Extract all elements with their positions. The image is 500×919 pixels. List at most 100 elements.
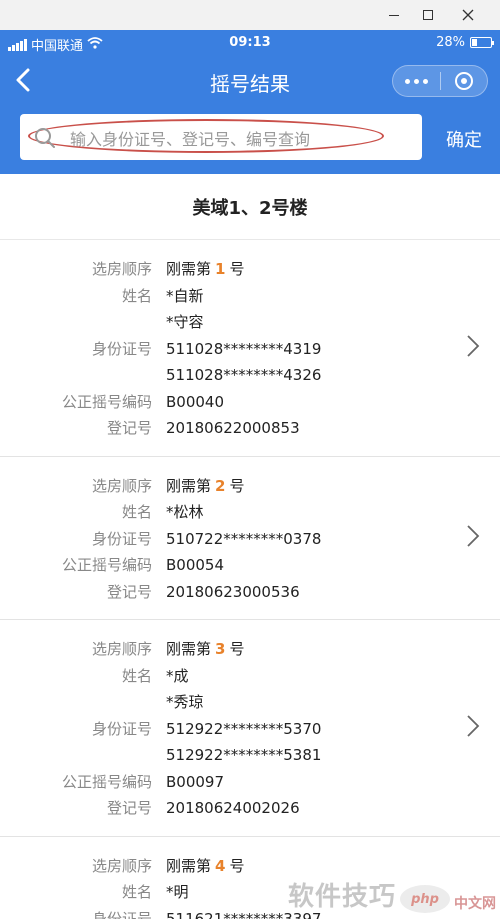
order-number: 2 xyxy=(215,476,226,495)
clock: 09:13 xyxy=(229,35,271,50)
order-value: 刚需第 1 号 xyxy=(166,256,244,283)
building-title: 美域1、2号楼 xyxy=(0,174,500,240)
order-prefix: 刚需第 xyxy=(166,476,212,495)
row-value: *秀琼 xyxy=(166,693,204,711)
info-row: 登记号 20180624002026 xyxy=(0,795,500,822)
row-value: 511028********4326 xyxy=(166,366,322,384)
order-value: 刚需第 4 号 xyxy=(166,853,244,880)
result-entry[interactable]: 选房顺序 刚需第 1 号姓名 *自新 *守容 身份证号 511028********4319 5… xyxy=(0,240,500,457)
mini-program-capsule xyxy=(392,65,488,97)
maximize-icon[interactable] xyxy=(414,0,442,30)
search-icon xyxy=(34,127,56,153)
exit-target-icon[interactable] xyxy=(441,66,487,96)
chevron-right-icon[interactable] xyxy=(466,334,480,362)
result-entry[interactable]: 选房顺序 刚需第 2 号姓名 *松林 身份证号 510722********0378 公正摇号… xyxy=(0,457,500,620)
battery-percent: 28% xyxy=(436,35,465,50)
row-label: 姓名 xyxy=(121,286,152,305)
info-row: 姓名 *成 xyxy=(0,663,500,690)
info-row: *秀琼 xyxy=(0,689,500,716)
more-options-icon[interactable] xyxy=(393,66,440,96)
row-value: 20180623000536 xyxy=(166,582,300,601)
row-label: 公正摇号编码 xyxy=(61,556,152,574)
row-label: 姓名 xyxy=(121,666,152,685)
close-icon[interactable] xyxy=(454,0,482,30)
row-label: 姓名 xyxy=(121,883,152,901)
row-label: 姓名 xyxy=(121,503,152,521)
order-value: 刚需第 2 号 xyxy=(166,473,244,500)
info-row: *守容 xyxy=(0,309,500,336)
result-list: 选房顺序 刚需第 1 号姓名 *自新 *守容 身份证号 511028********4319 5… xyxy=(0,240,500,919)
result-entry[interactable]: 选房顺序 刚需第 3 号姓名 *成 *秀琼 身份证号 512922********5370 51… xyxy=(0,620,500,837)
window-chrome xyxy=(0,0,500,30)
row-label xyxy=(0,689,166,716)
order-suffix: 号 xyxy=(229,260,245,278)
order-label: 选房顺序 xyxy=(91,260,152,278)
info-row: 姓名 *自新 xyxy=(0,283,500,310)
order-number: 4 xyxy=(215,856,226,875)
info-row: 公正摇号编码 B00097 xyxy=(0,769,500,796)
order-value: 刚需第 3 号 xyxy=(166,636,244,663)
row-value: *明 xyxy=(166,883,189,901)
row-value: *守容 xyxy=(166,313,204,331)
order-suffix: 号 xyxy=(229,476,245,495)
row-value: *自新 xyxy=(166,286,204,305)
watermark-site: 中文网 xyxy=(454,896,496,912)
info-row: 512922********5381 xyxy=(0,742,500,769)
row-label xyxy=(0,362,166,389)
row-value: 512922********5370 xyxy=(166,719,322,738)
row-label: 公正摇号编码 xyxy=(61,392,152,411)
info-row: 身份证号 510722********0378 xyxy=(0,526,500,553)
order-prefix: 刚需第 xyxy=(166,260,212,278)
order-row: 选房顺序 刚需第 1 号 xyxy=(0,256,500,283)
search-input[interactable]: 输入身份证号、登记号、编号查询 xyxy=(20,114,422,160)
nav-bar: 摇号结果 xyxy=(0,56,500,104)
row-value: B00054 xyxy=(166,556,225,574)
chevron-right-icon[interactable] xyxy=(466,714,480,742)
order-row: 选房顺序 刚需第 3 号 xyxy=(0,636,500,663)
confirm-button[interactable]: 确定 xyxy=(446,126,482,152)
status-bar: 中国联通 09:13 28% xyxy=(0,30,500,56)
row-label: 公正摇号编码 xyxy=(61,772,152,791)
row-value: 511028********4319 xyxy=(166,339,322,358)
row-value: 512922********5381 xyxy=(166,746,322,764)
row-label: 登记号 xyxy=(106,799,152,817)
row-value: *松林 xyxy=(166,503,204,521)
row-label xyxy=(0,309,166,336)
battery-icon xyxy=(470,37,494,48)
row-value: 510722********0378 xyxy=(166,529,322,548)
order-prefix: 刚需第 xyxy=(166,640,212,658)
row-value: *成 xyxy=(166,666,189,685)
order-suffix: 号 xyxy=(229,856,245,875)
info-row: 登记号 20180623000536 xyxy=(0,579,500,606)
row-value: 20180624002026 xyxy=(166,799,300,817)
row-value: B00040 xyxy=(166,392,225,411)
order-number: 1 xyxy=(215,260,226,278)
info-row: 身份证号 511028********4319 xyxy=(0,336,500,363)
php-logo: php xyxy=(400,885,450,913)
info-row: 身份证号 512922********5370 xyxy=(0,716,500,743)
info-row: 公正摇号编码 B00054 xyxy=(0,552,500,579)
order-suffix: 号 xyxy=(229,640,245,658)
order-prefix: 刚需第 xyxy=(166,856,212,875)
row-label xyxy=(0,742,166,769)
info-row: 公正摇号编码 B00040 xyxy=(0,389,500,416)
order-number: 3 xyxy=(215,640,226,658)
row-label: 身份证号 xyxy=(91,719,152,738)
info-row: 511028********4326 xyxy=(0,362,500,389)
order-label: 选房顺序 xyxy=(91,476,152,495)
row-label: 身份证号 xyxy=(91,339,152,358)
row-label: 登记号 xyxy=(106,419,152,437)
row-value: B00097 xyxy=(166,772,225,791)
row-label: 身份证号 xyxy=(91,529,152,548)
watermark: 软件技巧 php 中文网 xyxy=(288,876,496,913)
search-bar: 输入身份证号、登记号、编号查询 确定 xyxy=(0,104,500,174)
info-row: 登记号 20180622000853 xyxy=(0,415,500,442)
search-placeholder: 输入身份证号、登记号、编号查询 xyxy=(70,130,311,149)
chevron-right-icon[interactable] xyxy=(466,524,480,552)
watermark-text: 软件技巧 xyxy=(287,882,396,912)
row-label: 登记号 xyxy=(106,582,152,601)
row-value: 20180622000853 xyxy=(166,419,300,437)
minimize-icon[interactable] xyxy=(380,0,408,30)
order-label: 选房顺序 xyxy=(91,640,152,658)
info-row: 姓名 *松林 xyxy=(0,499,500,526)
